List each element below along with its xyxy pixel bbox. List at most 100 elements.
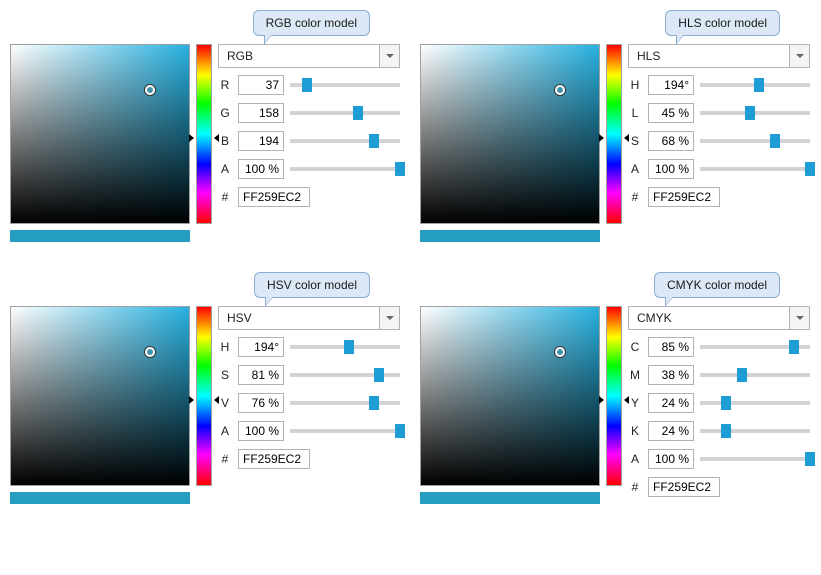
channel-input[interactable] [648,449,694,469]
channel-input[interactable] [648,421,694,441]
color-picker: HLS color modelHLSHLSA# [420,10,810,242]
channel-label: H [628,78,642,92]
model-callout: CMYK color model [654,272,780,298]
mode-select[interactable]: HLS [628,44,810,68]
channel-slider[interactable] [700,338,810,356]
channel-input[interactable] [238,159,284,179]
hex-row: # [628,186,810,208]
hex-input[interactable] [648,187,720,207]
controls-column: HLSHLSA# [628,44,810,242]
hex-label: # [628,190,642,204]
chevron-down-icon[interactable] [789,45,809,67]
channel-slider[interactable] [290,366,400,384]
channel-label: A [218,424,232,438]
channel-row: A [218,158,400,180]
channel-input[interactable] [648,393,694,413]
channel-row: G [218,102,400,124]
channel-slider[interactable] [700,366,810,384]
sv-cursor[interactable] [145,85,155,95]
channel-slider[interactable] [290,338,400,356]
channel-slider[interactable] [700,160,810,178]
channel-label: S [218,368,232,382]
saturation-value-area[interactable] [10,44,190,224]
mode-select-label: CMYK [629,311,789,325]
slider-thumb[interactable] [721,396,731,410]
sv-cursor[interactable] [555,85,565,95]
controls-column: HSVHSVA# [218,306,400,504]
channel-slider[interactable] [290,104,400,122]
slider-thumb[interactable] [805,162,815,176]
controls-column: CMYKCMYKA# [628,306,810,504]
channel-row: K [628,420,810,442]
channel-slider[interactable] [700,394,810,412]
hue-slider[interactable] [606,306,622,486]
model-callout: HSV color model [254,272,370,298]
channel-label: L [628,106,642,120]
channel-slider[interactable] [290,160,400,178]
channel-input[interactable] [238,393,284,413]
channel-input[interactable] [648,337,694,357]
channel-slider[interactable] [700,422,810,440]
sv-cursor[interactable] [145,347,155,357]
hex-input[interactable] [648,477,720,497]
slider-thumb[interactable] [395,424,405,438]
channel-input[interactable] [238,365,284,385]
hue-slider[interactable] [196,44,212,224]
channel-slider[interactable] [700,104,810,122]
mode-select[interactable]: HSV [218,306,400,330]
chevron-down-icon[interactable] [379,45,399,67]
slider-thumb[interactable] [789,340,799,354]
hex-input[interactable] [238,187,310,207]
slider-thumb[interactable] [721,424,731,438]
mode-select[interactable]: CMYK [628,306,810,330]
sv-cursor[interactable] [555,347,565,357]
channel-input[interactable] [238,337,284,357]
mode-select[interactable]: RGB [218,44,400,68]
hex-input[interactable] [238,449,310,469]
slider-thumb[interactable] [374,368,384,382]
saturation-value-area[interactable] [420,306,600,486]
channel-label: A [628,452,642,466]
channel-input[interactable] [648,159,694,179]
saturation-value-area[interactable] [420,44,600,224]
saturation-value-area[interactable] [10,306,190,486]
channel-input[interactable] [238,131,284,151]
channel-slider[interactable] [700,76,810,94]
channel-input[interactable] [648,103,694,123]
channel-input[interactable] [648,131,694,151]
channel-slider[interactable] [290,394,400,412]
channel-slider[interactable] [290,132,400,150]
hue-slider[interactable] [196,306,212,486]
hex-label: # [218,452,232,466]
slider-thumb[interactable] [737,368,747,382]
channel-slider[interactable] [700,132,810,150]
picker-body: HLSHLSA# [420,44,810,242]
channel-slider[interactable] [290,422,400,440]
slider-thumb[interactable] [369,396,379,410]
channel-label: M [628,368,642,382]
slider-track [290,429,400,433]
channel-input[interactable] [238,103,284,123]
slider-thumb[interactable] [302,78,312,92]
slider-thumb[interactable] [369,134,379,148]
channel-slider[interactable] [700,450,810,468]
slider-thumb[interactable] [395,162,405,176]
channel-slider[interactable] [290,76,400,94]
channel-input[interactable] [648,365,694,385]
slider-thumb[interactable] [770,134,780,148]
chevron-down-icon[interactable] [789,307,809,329]
chevron-down-icon[interactable] [379,307,399,329]
slider-thumb[interactable] [353,106,363,120]
slider-thumb[interactable] [344,340,354,354]
slider-thumb[interactable] [805,452,815,466]
channel-input[interactable] [648,75,694,95]
slider-thumb[interactable] [745,106,755,120]
slider-thumb[interactable] [754,78,764,92]
channel-input[interactable] [238,421,284,441]
hue-slider[interactable] [606,44,622,224]
color-preview [10,230,190,242]
channel-row: M [628,364,810,386]
picker-body: CMYKCMYKA# [420,306,810,504]
channel-input[interactable] [238,75,284,95]
channel-label: K [628,424,642,438]
